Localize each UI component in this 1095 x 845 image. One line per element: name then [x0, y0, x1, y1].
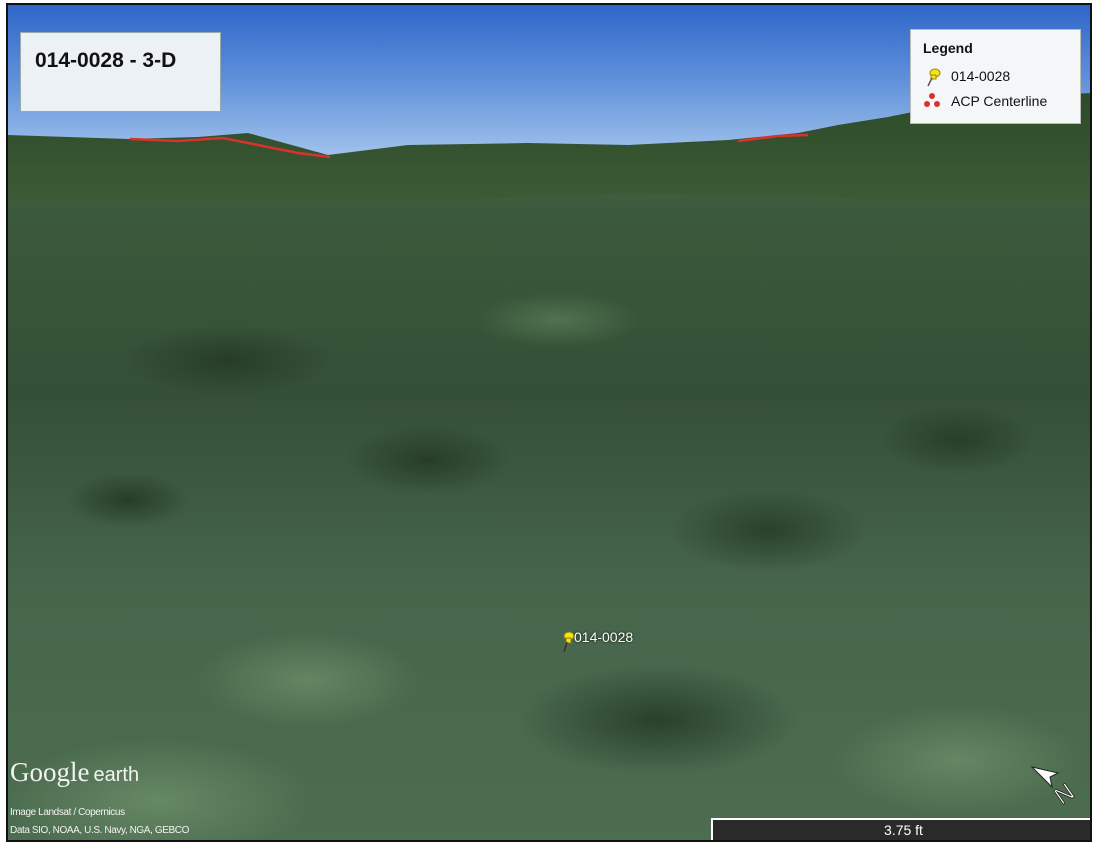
legend-item-placemark: 014-0028 [923, 67, 1011, 87]
google-wordmark: Google [10, 757, 90, 787]
map-title: 014-0028 - 3-D [35, 49, 177, 72]
legend-item-centerline: ACP Centerline [923, 92, 1047, 110]
scale-label: 3.75 ft [884, 822, 923, 838]
data-credit: Data SIO, NOAA, U.S. Navy, NGA, GEBCO [10, 825, 189, 836]
earth-wordmark: earth [93, 764, 140, 786]
legend-box: Legend 014-0028 ACP Centerline [910, 29, 1081, 124]
legend-title: Legend [923, 40, 973, 56]
placemark-label[interactable]: 014-0028 [574, 629, 633, 645]
north-letter: N [1050, 778, 1080, 810]
yellow-pushpin-icon[interactable] [561, 631, 575, 653]
legend-label-placemark: 014-0028 [951, 68, 1011, 84]
imagery-credit: Image Landsat / Copernicus [10, 807, 125, 818]
legend-label-centerline: ACP Centerline [951, 93, 1048, 109]
google-earth-logo: Google earth [10, 757, 139, 788]
red-dots-icon [923, 92, 943, 110]
terrain-ground [8, 200, 1090, 840]
map-viewport[interactable]: 014-0028 - 3-D Legend 014-0028 ACP Cente… [6, 3, 1092, 842]
north-arrow-icon[interactable]: N [1028, 757, 1090, 813]
scale-bar: 3.75 ft [711, 818, 1090, 840]
yellow-pushpin-icon [923, 67, 943, 87]
map-title-box: 014-0028 - 3-D [20, 32, 221, 112]
